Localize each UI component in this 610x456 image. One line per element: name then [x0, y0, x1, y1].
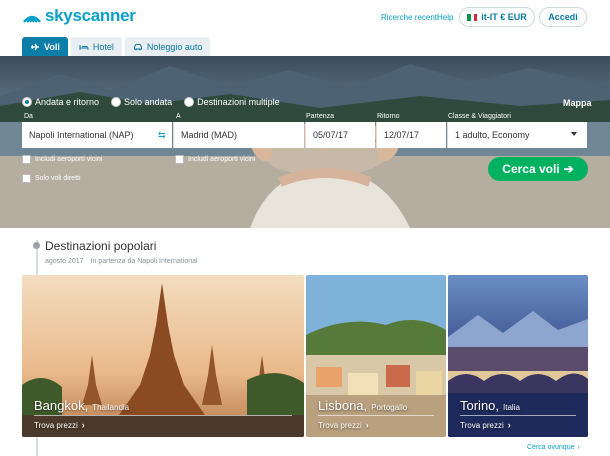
chevron-right-icon: ›: [507, 420, 511, 430]
cabin-travellers-value: 1 adulto, Economy: [455, 130, 530, 140]
sunrise-logo-icon: [22, 8, 42, 24]
search-button-label: Cerca voli: [502, 162, 560, 176]
italy-flag-icon: [467, 13, 478, 21]
destination-card-bangkok[interactable]: Bangkok, Thailandia Trova prezzi ›: [22, 275, 304, 437]
locale-label: it-IT € EUR: [481, 12, 527, 22]
checkbox-label: Includi aeroporti vicini: [188, 156, 256, 163]
trip-one-way[interactable]: Solo andata: [111, 97, 172, 107]
trip-multi-city[interactable]: Destinazioni multiple: [184, 97, 280, 107]
checkbox-label: Includi aeroporti vicini: [35, 156, 103, 163]
country-label: Thailandia: [92, 403, 130, 412]
tab-label: Voli: [44, 41, 60, 52]
country-label: Italia: [503, 403, 520, 412]
find-prices-link[interactable]: Trova prezzi ›: [318, 420, 369, 430]
nearby-from-checkbox[interactable]: Includi aeroporti vicini: [22, 155, 102, 164]
chevron-down-icon: [571, 132, 577, 136]
checkbox-label: Solo voli diretti: [35, 175, 81, 182]
skyscanner-logo[interactable]: skyscanner: [22, 6, 136, 26]
trip-type-selector: Andata e ritorno Solo andata Destinazion…: [22, 97, 280, 107]
trip-option-label: Solo andata: [124, 97, 173, 107]
trip-round-trip[interactable]: Andata e ritorno: [22, 97, 99, 107]
top-bar: skyscanner Ricerche recenti Help it-IT €…: [0, 0, 610, 34]
trip-option-label: Destinazioni multiple: [197, 97, 280, 107]
map-link[interactable]: Mappa: [563, 98, 592, 108]
search-everywhere-link[interactable]: Cerca ovunque ›: [527, 444, 580, 451]
plane-icon: [31, 43, 39, 50]
city-label: Bangkok,: [34, 398, 89, 413]
destination-card-turin[interactable]: Torino, Italia Trova prezzi ›: [448, 275, 588, 437]
swap-airports-icon[interactable]: ⇆: [158, 130, 166, 141]
recent-searches-link[interactable]: Ricerche recenti: [381, 13, 439, 22]
arrow-right-icon: ➔: [563, 162, 574, 176]
checkbox[interactable]: [22, 155, 31, 164]
tab-label: Hotel: [92, 41, 114, 52]
tab-flights[interactable]: Voli: [22, 37, 68, 56]
radio-selected[interactable]: [22, 97, 32, 107]
popular-destinations-title: Destinazioni popolari: [45, 239, 157, 253]
radio[interactable]: [184, 97, 195, 107]
search-flights-button[interactable]: Cerca voli ➔: [488, 157, 588, 181]
checkbox[interactable]: [22, 174, 31, 183]
cabin-travellers-select[interactable]: 1 adulto, Economy: [447, 122, 587, 148]
country-label: Portogallo: [371, 403, 408, 412]
origin-label: In partenza da Napoli International: [90, 258, 198, 265]
cta-label: Trova prezzi: [34, 420, 78, 430]
destination-name: Torino, Italia: [460, 398, 520, 413]
chevron-right-icon: ›: [81, 420, 85, 430]
to-field[interactable]: Madrid (MAD): [173, 122, 304, 148]
month-label: agosto 2017: [45, 258, 84, 265]
popular-destinations-subtitle: agosto 2017 In partenza da Napoli Intern…: [45, 258, 198, 265]
destination-name: Bangkok, Thailandia: [34, 398, 129, 413]
chevron-right-icon: ›: [577, 444, 580, 451]
destination-card-lisbon[interactable]: Lisbona, Portogallo Trova prezzi ›: [306, 275, 446, 437]
nearby-to-checkbox[interactable]: Includi aeroporti vicini: [175, 155, 255, 164]
bed-icon: [79, 44, 89, 50]
class-label: Classe & Viaggiatori: [448, 113, 511, 120]
product-tabs: Voli Hotel Noleggio auto: [22, 37, 211, 56]
checkbox[interactable]: [175, 155, 184, 164]
find-prices-link[interactable]: Trova prezzi ›: [34, 420, 85, 430]
card-divider: [34, 415, 292, 416]
trip-option-label: Andata e ritorno: [35, 97, 100, 107]
to-label: A: [176, 113, 181, 120]
tab-hotel[interactable]: Hotel: [70, 37, 122, 56]
cta-label: Trova prezzi: [318, 420, 362, 430]
return-label: Ritorno: [377, 113, 400, 120]
depart-date-field[interactable]: 05/07/17: [305, 122, 375, 148]
find-prices-link[interactable]: Trova prezzi ›: [460, 420, 511, 430]
from-field[interactable]: Napoli International (NAP): [22, 122, 172, 148]
radio[interactable]: [111, 97, 122, 107]
search-everywhere-label: Cerca ovunque: [527, 444, 575, 451]
locale-currency-button[interactable]: it-IT € EUR: [459, 7, 535, 27]
city-label: Torino,: [460, 398, 500, 413]
timeline-dot: [33, 242, 40, 249]
logo-text: skyscanner: [45, 6, 136, 25]
return-date-field[interactable]: 12/07/17: [376, 122, 446, 148]
chevron-right-icon: ›: [365, 420, 369, 430]
direct-flights-checkbox[interactable]: Solo voli diretti: [22, 174, 81, 183]
help-link[interactable]: Help: [437, 13, 453, 22]
city-label: Lisbona,: [318, 398, 368, 413]
card-divider: [318, 415, 434, 416]
login-button[interactable]: Accedi: [539, 7, 587, 27]
depart-label: Partenza: [306, 113, 335, 120]
destination-name: Lisbona, Portogallo: [318, 398, 407, 413]
from-label: Da: [24, 113, 33, 120]
tab-car-rental[interactable]: Noleggio auto: [124, 37, 211, 56]
car-icon: [133, 43, 142, 50]
cta-label: Trova prezzi: [460, 420, 504, 430]
card-divider: [460, 415, 576, 416]
tab-label: Noleggio auto: [146, 41, 203, 52]
